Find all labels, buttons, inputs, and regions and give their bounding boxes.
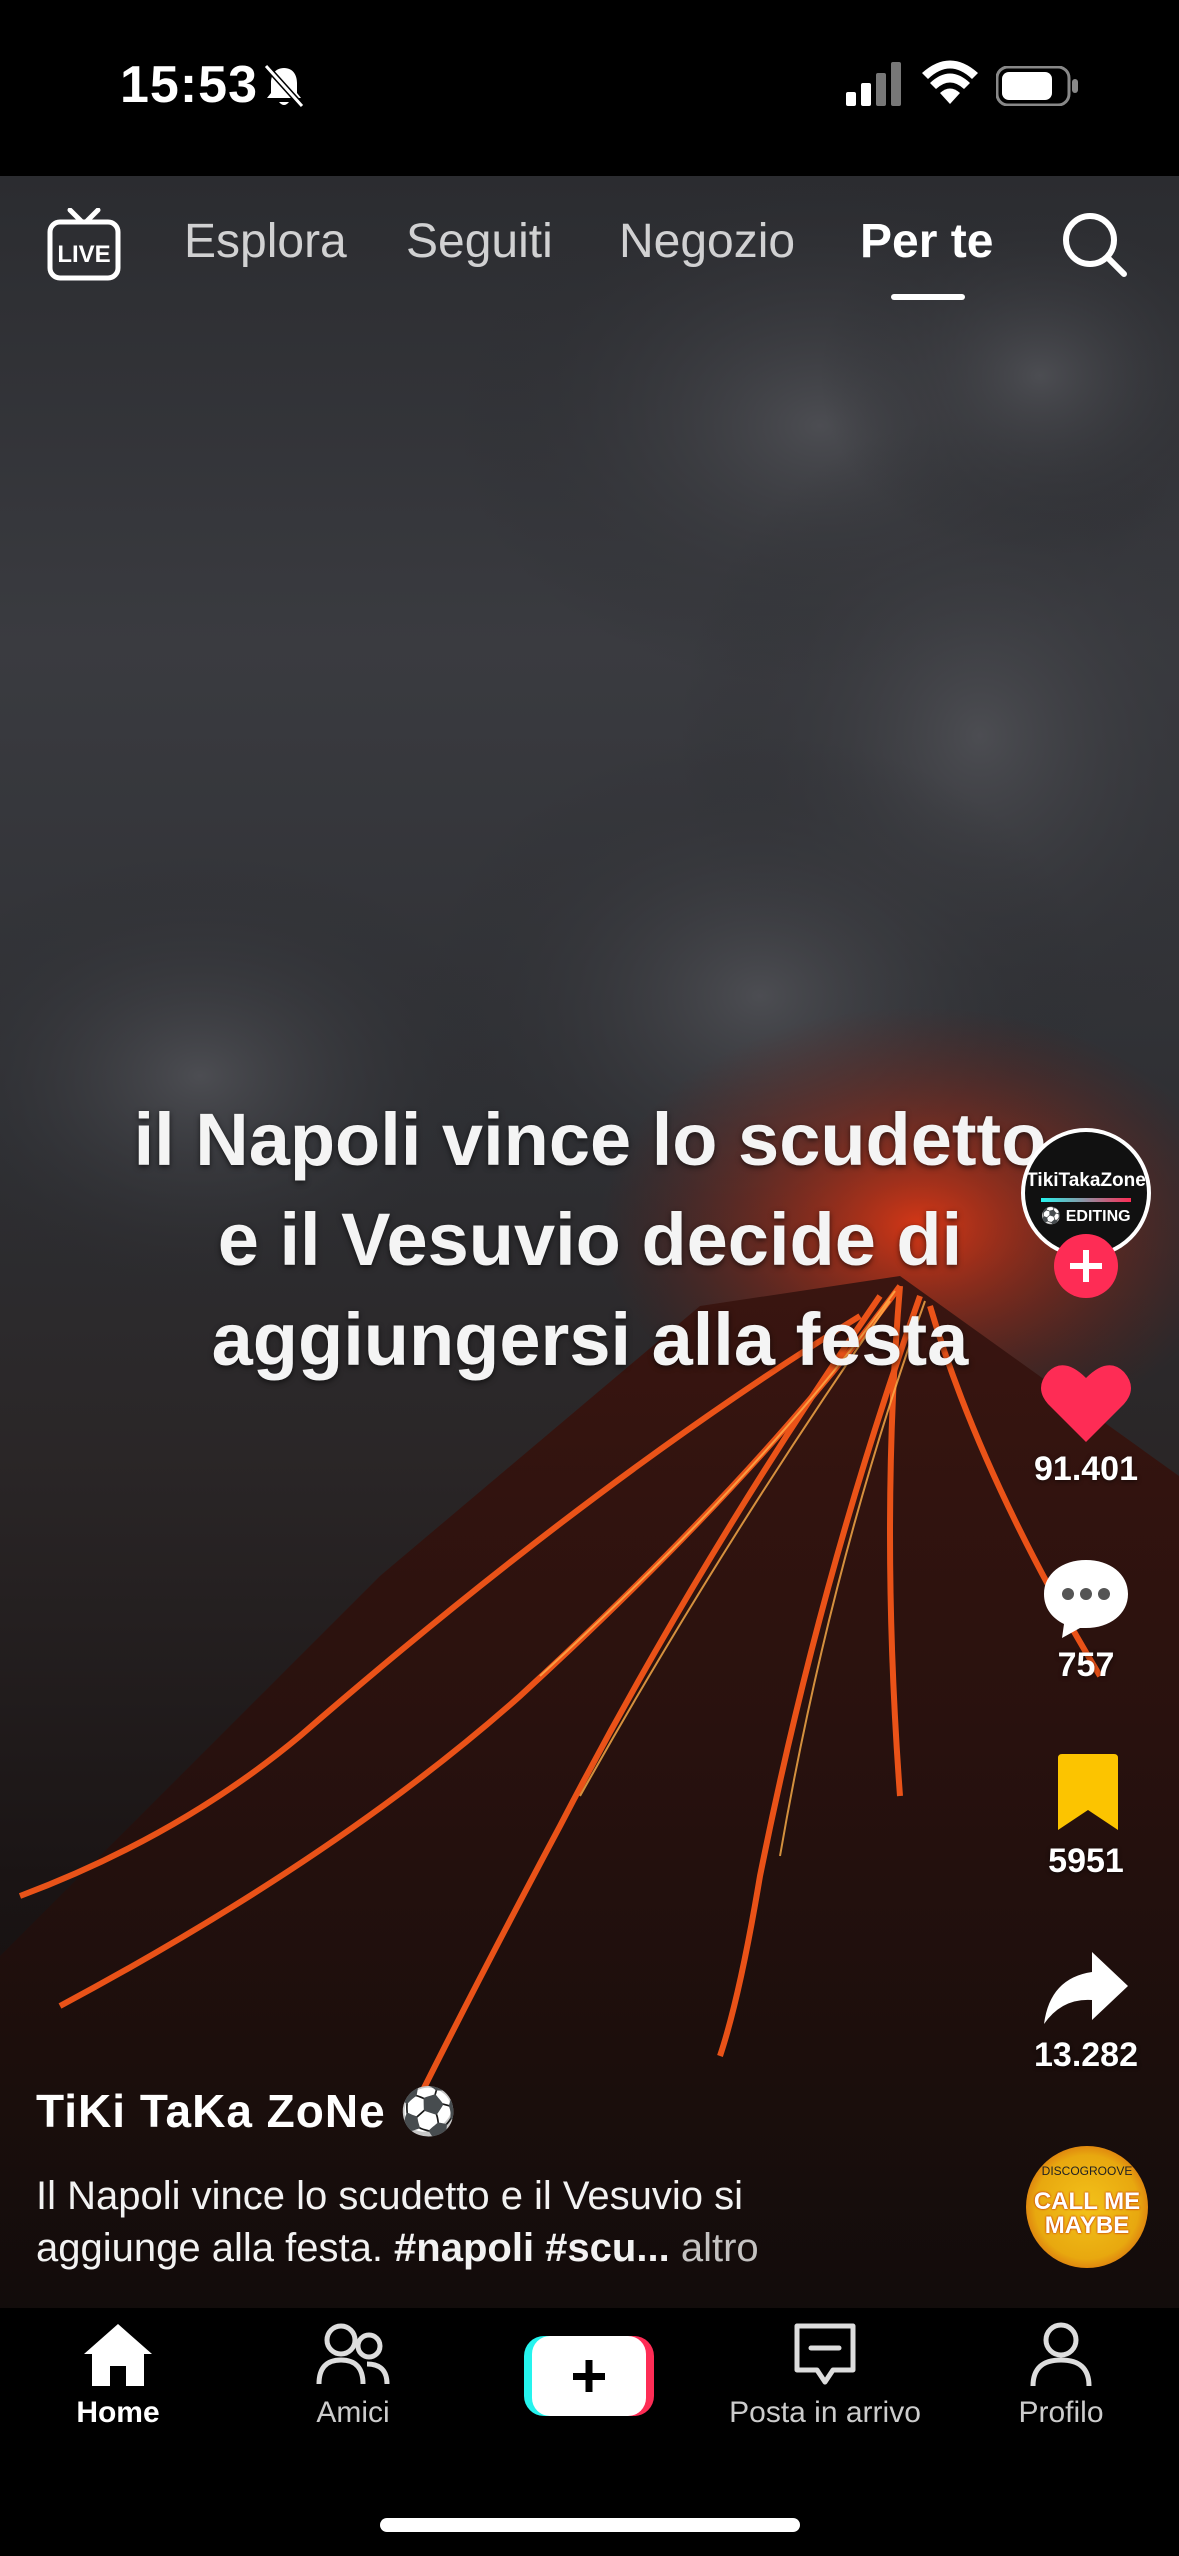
battery-icon (996, 66, 1078, 106)
status-time: 15:53 (120, 56, 258, 114)
post-description[interactable]: Il Napoli vince lo scudetto e il Vesuvio… (36, 2170, 936, 2274)
home-icon (84, 2324, 152, 2386)
signal-icon (846, 62, 901, 106)
avatar-divider (1041, 1198, 1131, 1202)
home-indicator[interactable] (380, 2518, 800, 2532)
share-count: 13.282 (1034, 2036, 1138, 2074)
nav-inbox[interactable]: Posta in arrivo (725, 2320, 925, 2430)
create-button[interactable] (524, 2334, 654, 2418)
music-disc[interactable]: DISCOGROOVE CALL ME MAYBE (1026, 2146, 1148, 2268)
avatar-subtext: ⚽ EDITING (1041, 1208, 1131, 1225)
caption-line: aggiungersi alla festa (211, 1298, 969, 1381)
music-disc-brand: DISCOGROOVE (1041, 2164, 1133, 2178)
description-line: aggiunge alla festa. #napoli #scu... alt… (36, 2222, 936, 2274)
more-link[interactable]: altro (670, 2226, 759, 2270)
tab-negozio[interactable]: Negozio (619, 214, 795, 269)
search-icon[interactable] (1060, 210, 1128, 278)
top-navigation (0, 176, 1179, 306)
bell-slash-icon (263, 63, 305, 109)
wifi-icon (922, 60, 978, 104)
live-icon[interactable]: LIVE (46, 208, 122, 284)
tab-per-te[interactable]: Per te (860, 214, 993, 269)
comment-icon[interactable] (1042, 1556, 1130, 1640)
inbox-icon (794, 2323, 856, 2385)
music-disc-title: CALL ME MAYBE (1033, 2188, 1141, 2239)
tab-seguiti[interactable]: Seguiti (406, 214, 553, 269)
status-bar: 15:53 (0, 0, 1179, 176)
description-text: aggiunge alla festa. (36, 2226, 395, 2270)
nav-label: Profilo (1018, 2396, 1104, 2429)
active-tab-indicator (891, 294, 965, 300)
friends-icon (316, 2323, 390, 2385)
like-count: 91.401 (1034, 1450, 1138, 1488)
caption-line: il Napoli vince lo scudetto (133, 1098, 1047, 1181)
description-line: Il Napoli vince lo scudetto e il Vesuvio… (36, 2174, 744, 2218)
bookmark-icon[interactable] (1054, 1752, 1122, 1832)
profile-icon (1030, 2322, 1092, 2387)
caption-line: e il Vesuvio decide di (217, 1198, 963, 1281)
comment-count: 757 (1057, 1646, 1115, 1684)
nav-profile[interactable]: Profilo (961, 2320, 1161, 2430)
tab-esplora[interactable]: Esplora (184, 214, 347, 269)
avatar-text: TikiTakaZone (1026, 1170, 1146, 1191)
follow-button[interactable] (1054, 1234, 1118, 1298)
video-caption: il Napoli vince lo scudetto e il Vesuvio… (60, 1090, 1120, 1390)
nav-label: Posta in arrivo (729, 2396, 921, 2429)
hashtags[interactable]: #napoli #scu... (394, 2226, 670, 2270)
save-count: 5951 (1048, 1842, 1124, 1880)
nav-label: Amici (316, 2396, 390, 2429)
share-icon[interactable] (1042, 1950, 1130, 2026)
nav-home[interactable]: Home (18, 2320, 218, 2430)
nav-label: Home (76, 2396, 160, 2429)
live-label: LIVE (57, 241, 110, 268)
nav-friends[interactable]: Amici (253, 2320, 453, 2430)
heart-icon[interactable] (1040, 1360, 1132, 1444)
author-name[interactable]: TiKi TaKa ZoNe ⚽ (36, 2084, 458, 2139)
